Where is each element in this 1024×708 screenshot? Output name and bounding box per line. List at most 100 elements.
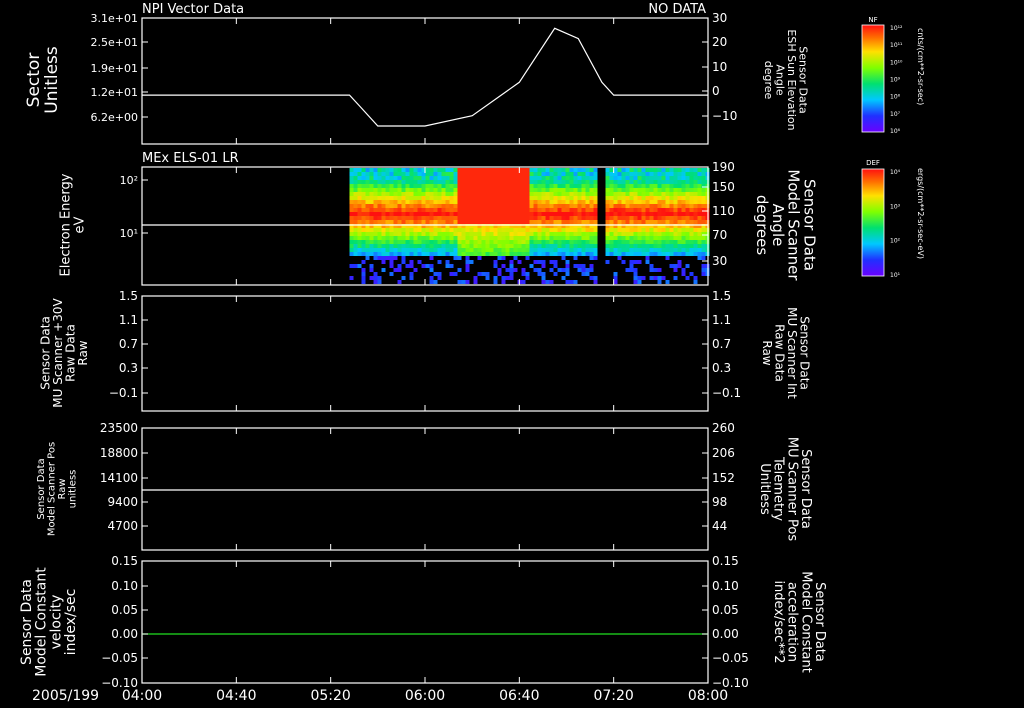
panel-2: MEx ELS-01 LR — [141, 151, 710, 286]
y-tick-label: 0.05 — [111, 603, 138, 617]
y-tick-label: −0.10 — [712, 676, 749, 690]
spectrogram-cell — [677, 220, 682, 224]
spectrogram-cell — [665, 220, 670, 224]
spectrogram-cell — [377, 192, 382, 196]
spectrogram-cell — [477, 184, 482, 188]
spectrogram-cell — [453, 228, 458, 232]
spectrogram-cell — [577, 232, 582, 236]
spectrogram-cell — [633, 272, 638, 276]
spectrogram-cell — [617, 200, 622, 204]
spectrogram-cell — [673, 244, 678, 248]
spectrogram-cell — [401, 176, 406, 180]
spectrogram-cell — [405, 192, 410, 196]
spectrogram-cell — [605, 168, 610, 172]
spectrogram-cell — [673, 192, 678, 196]
spectrogram-cell — [397, 168, 402, 172]
spectrogram-cell — [445, 264, 450, 268]
spectrogram-cell — [525, 192, 530, 196]
spectrogram-cell — [697, 172, 702, 176]
spectrogram-cell — [393, 184, 398, 188]
spectrogram-cell — [689, 272, 694, 276]
spectrogram-cell — [529, 252, 534, 256]
spectrogram-cell — [569, 196, 574, 200]
spectrogram-cell — [513, 212, 518, 216]
spectrogram-cell — [625, 208, 630, 212]
spectrogram-cell — [393, 192, 398, 196]
spectrogram-cell — [389, 176, 394, 180]
spectrogram-cell — [517, 188, 522, 192]
spectrogram-cell — [661, 184, 666, 188]
spectrogram-cell — [517, 204, 522, 208]
spectrogram-cell — [573, 252, 578, 256]
spectrogram-cell — [477, 216, 482, 220]
spectrogram-cell — [453, 232, 458, 236]
spectrogram-cell — [645, 220, 650, 224]
spectrogram-cell — [373, 196, 378, 200]
spectrogram-cell — [645, 260, 650, 264]
spectrogram-cell — [477, 208, 482, 212]
spectrogram-cell — [493, 244, 498, 248]
spectrogram-cell — [373, 216, 378, 220]
spectrogram-cell — [493, 232, 498, 236]
spectrogram-cell — [493, 208, 498, 212]
spectrogram-cell — [353, 168, 358, 172]
spectrogram-cell — [657, 268, 662, 272]
spectrogram-cell — [521, 268, 526, 272]
spectrogram-cell — [429, 244, 434, 248]
spectrogram-cell — [645, 244, 650, 248]
spectrogram-cell — [493, 212, 498, 216]
spectrogram-cell — [625, 240, 630, 244]
spectrogram-cell — [561, 168, 566, 172]
spectrogram-cell — [617, 236, 622, 240]
spectrogram-cell — [673, 180, 678, 184]
spectrogram-cell — [477, 172, 482, 176]
spectrogram-cell — [533, 192, 538, 196]
spectrogram-cell — [429, 216, 434, 220]
spectrogram-cell — [349, 264, 354, 268]
spectrogram-cell — [665, 192, 670, 196]
spectrogram-cell — [485, 236, 490, 240]
spectrogram-cell — [509, 188, 514, 192]
axis-label: Sensor DataModel Constantaccelerationind… — [771, 571, 827, 673]
spectrogram-cell — [517, 248, 522, 252]
spectrogram-cell — [465, 204, 470, 208]
spectrogram-cell — [645, 176, 650, 180]
spectrogram-cell — [441, 168, 446, 172]
spectrogram-cell — [453, 172, 458, 176]
spectrogram-cell — [697, 192, 702, 196]
spectrogram-cell — [541, 216, 546, 220]
spectrogram-cell — [697, 228, 702, 232]
spectrogram-cell — [349, 236, 354, 240]
spectrogram-cell — [617, 168, 622, 172]
spectrogram-cell — [585, 244, 590, 248]
spectrogram-cell — [397, 180, 402, 184]
spectrogram-cell — [585, 208, 590, 212]
spectrogram-cell — [473, 208, 478, 212]
spectrogram-cell — [669, 228, 674, 232]
spectrogram-cell — [433, 184, 438, 188]
spectrogram-cell — [501, 276, 506, 280]
spectrogram-cell — [517, 176, 522, 180]
axis-label-line: Unitless — [42, 46, 62, 114]
spectrogram-cell — [437, 172, 442, 176]
spectrogram-cell — [453, 176, 458, 180]
spectrogram-cell — [581, 204, 586, 208]
spectrogram-cell — [373, 256, 378, 260]
spectrogram-cell — [457, 212, 462, 216]
spectrogram-cell — [589, 252, 594, 256]
spectrogram-cell — [385, 192, 390, 196]
spectrogram-cell — [689, 208, 694, 212]
spectrogram-cell — [561, 248, 566, 252]
spectrogram-cell — [441, 184, 446, 188]
spectrogram-cell — [637, 192, 642, 196]
spectrogram-cell — [465, 188, 470, 192]
spectrogram-cell — [589, 248, 594, 252]
spectrogram-cell — [629, 204, 634, 208]
spectrogram-cell — [645, 232, 650, 236]
spectrogram-cell — [669, 200, 674, 204]
spectrogram-cell — [369, 208, 374, 212]
spectrogram-cell — [413, 208, 418, 212]
spectrogram-cell — [429, 264, 434, 268]
spectrogram-cell — [553, 272, 558, 276]
spectrogram-cell — [357, 176, 362, 180]
